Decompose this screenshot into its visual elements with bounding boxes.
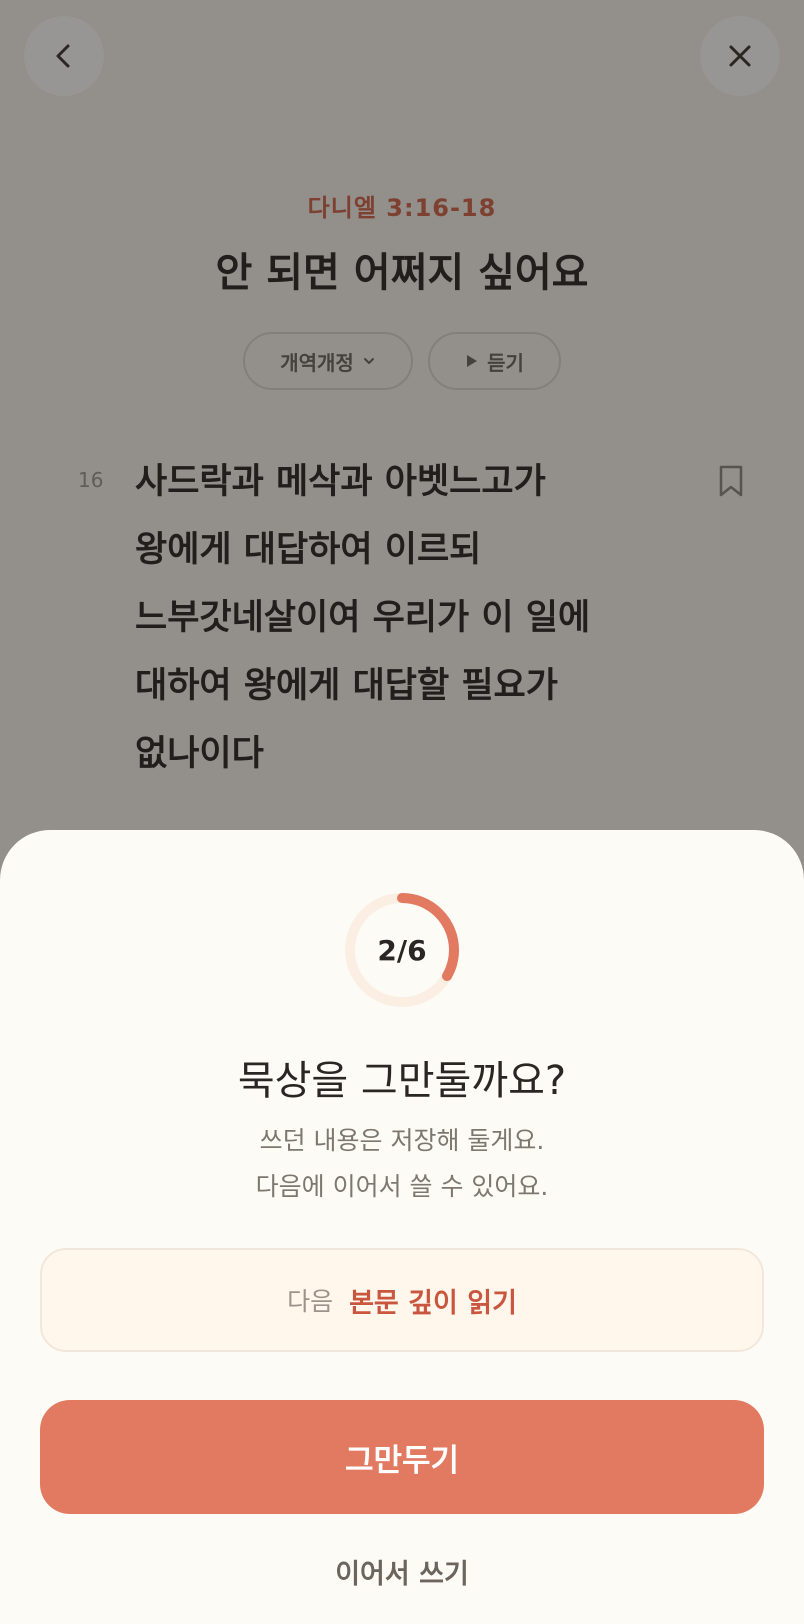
continue-writing-button[interactable]: 이어서 쓰기 [0,1552,804,1591]
next-step-card: 다음 본문 깊이 읽기 [40,1248,764,1352]
progress-text: 2/6 [377,933,427,967]
description-line: 쓰던 내용은 저장해 둘게요. [259,1126,545,1155]
sheet-title: 묵상을 그만둘까요? [237,1058,567,1104]
next-step-value: 본문 깊이 읽기 [349,1287,517,1319]
quit-confirm-sheet: 2/6 묵상을 그만둘까요? 쓰던 내용은 저장해 둘게요. 다음에 이어서 쓸… [0,830,804,1624]
sheet-description: 쓰던 내용은 저장해 둘게요. 다음에 이어서 쓸 수 있어요. [0,1118,804,1210]
description-line: 다음에 이어서 쓸 수 있어요. [255,1172,549,1201]
next-step-label: 다음 [287,1287,334,1316]
quit-button[interactable]: 그만두기 [40,1400,764,1514]
